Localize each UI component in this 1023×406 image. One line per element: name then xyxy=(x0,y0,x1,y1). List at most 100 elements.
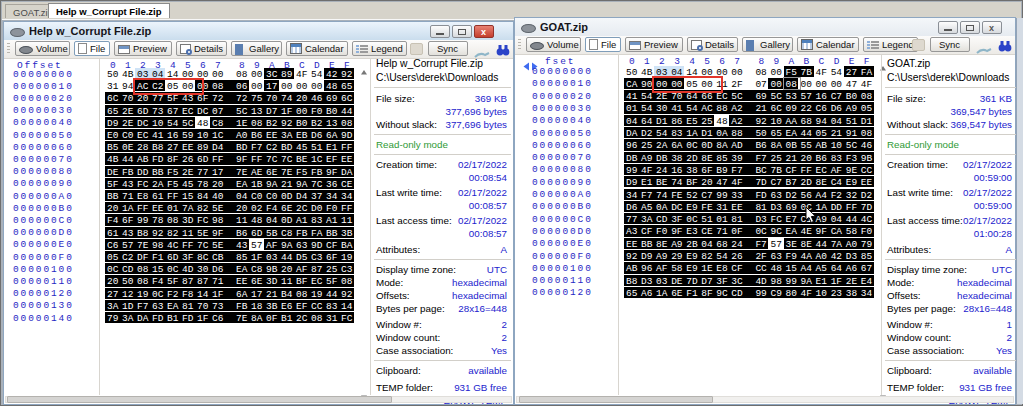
hex-byte[interactable]: 88 xyxy=(716,103,727,114)
hex-byte[interactable]: CB xyxy=(212,252,223,263)
hex-byte[interactable]: 65 xyxy=(626,288,637,299)
hex-byte[interactable]: FF xyxy=(137,203,148,214)
hex-byte[interactable]: 24 xyxy=(656,165,667,176)
hex-byte[interactable]: 79 xyxy=(107,313,118,324)
hex-byte[interactable]: 33 xyxy=(731,190,742,201)
hex-byte[interactable]: 7B xyxy=(770,165,781,176)
hex-byte[interactable]: 9A xyxy=(281,240,292,251)
hex-byte[interactable]: 08 xyxy=(296,289,307,300)
hex-byte[interactable]: FF xyxy=(212,154,223,165)
hex-byte[interactable]: 47 xyxy=(716,177,727,188)
hex-byte[interactable]: 54 xyxy=(641,103,652,114)
hex-byte[interactable]: F1 xyxy=(152,252,163,263)
hex-byte[interactable]: E9 xyxy=(686,263,697,274)
hex-byte[interactable]: A3 xyxy=(626,226,637,237)
hex-byte[interactable]: 1B xyxy=(251,179,262,190)
hex-byte[interactable]: 43 xyxy=(236,240,247,251)
hex-byte[interactable]: 44 xyxy=(816,239,827,250)
hex-byte[interactable]: 58 xyxy=(671,263,682,274)
hex-byte[interactable]: E1 xyxy=(326,142,337,153)
hex-byte[interactable]: E6 xyxy=(281,301,292,312)
hex-byte[interactable]: 61 xyxy=(152,191,163,202)
hex-byte[interactable]: 5C xyxy=(731,91,742,102)
hex-byte[interactable]: 23 xyxy=(831,288,842,299)
hex-byte[interactable]: 4F xyxy=(296,69,307,80)
hex-byte[interactable]: F8 xyxy=(182,289,193,300)
hex-byte[interactable]: CC xyxy=(755,263,766,274)
hex-byte[interactable]: 92 xyxy=(341,289,352,300)
hex-byte[interactable]: 08 xyxy=(236,69,247,80)
hex-byte[interactable]: 99 xyxy=(755,288,766,299)
hex-byte[interactable]: 07 xyxy=(755,79,766,90)
hex-byte[interactable]: 9C xyxy=(716,288,727,299)
prev-next-difference-arrows[interactable] xyxy=(521,57,543,66)
hex-byte[interactable]: 98 xyxy=(152,240,163,251)
hex-byte[interactable]: FE xyxy=(671,190,682,201)
hex-byte[interactable]: 8F xyxy=(167,154,178,165)
hex-byte[interactable]: C2 xyxy=(122,252,133,263)
hex-byte[interactable]: 9F xyxy=(236,154,247,165)
hex-byte[interactable]: 1F xyxy=(281,106,292,117)
hex-byte[interactable]: 3F xyxy=(182,252,193,263)
hex-byte[interactable]: 41 xyxy=(626,91,637,102)
hex-byte[interactable]: 13 xyxy=(251,106,262,117)
hex-byte[interactable]: 09 xyxy=(786,103,797,114)
hex-byte[interactable]: 00 xyxy=(251,69,262,80)
hex-byte[interactable]: 1A xyxy=(656,288,667,299)
hex-byte[interactable]: D6 xyxy=(831,103,842,114)
hex-byte[interactable]: 08 xyxy=(212,81,223,92)
hex-byte[interactable]: 92 xyxy=(755,116,766,127)
hex-byte[interactable]: BB xyxy=(641,239,652,250)
hex-byte[interactable]: A1 xyxy=(326,215,337,226)
hex-byte[interactable]: 37 xyxy=(311,191,322,202)
hex-byte[interactable]: 00 xyxy=(770,67,781,78)
hex-byte[interactable]: 77 xyxy=(197,167,208,178)
hex-byte[interactable]: 44 xyxy=(341,106,352,117)
hex-byte[interactable]: 65 xyxy=(770,128,781,139)
hex-byte[interactable]: FF xyxy=(182,240,193,251)
hex-byte[interactable]: 51 xyxy=(846,116,857,127)
hex-byte[interactable]: 1A xyxy=(686,128,697,139)
hex-byte[interactable]: 00 xyxy=(831,79,842,90)
hex-byte[interactable]: 54 xyxy=(716,251,727,262)
hex-byte[interactable]: C9 xyxy=(770,288,781,299)
hex-byte[interactable]: C8 xyxy=(212,118,223,129)
hex-byte[interactable]: 96 xyxy=(641,263,652,274)
hex-byte[interactable]: EE xyxy=(861,177,872,188)
sync-button[interactable]: Sync xyxy=(428,41,468,56)
hex-byte[interactable]: A5 xyxy=(641,202,652,213)
hex-byte[interactable]: AB xyxy=(816,140,827,151)
hex-byte[interactable]: C0 xyxy=(251,191,262,202)
hex-byte[interactable]: FB xyxy=(122,167,133,178)
hex-byte[interactable]: 8A xyxy=(251,313,262,324)
hex-byte[interactable]: 70 xyxy=(266,93,277,104)
hex-byte[interactable]: EB xyxy=(296,130,307,141)
hex-byte[interactable]: 2F xyxy=(731,79,742,90)
hex-byte[interactable]: 11 xyxy=(281,276,292,287)
hex-byte[interactable]: DE xyxy=(671,276,682,287)
hex-byte[interactable]: 72 xyxy=(212,93,223,104)
hex-byte[interactable]: 9D xyxy=(311,240,322,251)
hex-byte[interactable]: FC xyxy=(197,215,208,226)
hex-byte[interactable]: EC xyxy=(182,106,193,117)
hex-byte[interactable]: D1 xyxy=(656,116,667,127)
hex-byte[interactable]: F5 xyxy=(167,167,178,178)
hex-byte[interactable]: 17 xyxy=(212,167,223,178)
hex-byte[interactable]: 7C xyxy=(266,154,277,165)
hex-byte[interactable]: 75 xyxy=(251,93,262,104)
hex-byte[interactable]: 86 xyxy=(671,116,682,127)
hex-byte[interactable]: C8 xyxy=(281,228,292,239)
hex-byte[interactable]: 04 xyxy=(236,191,247,202)
hex-byte[interactable]: 4B xyxy=(107,154,118,165)
view-button-volume[interactable]: Volume xyxy=(526,37,581,52)
hex-byte[interactable]: D4 xyxy=(296,191,307,202)
hex-byte[interactable]: 2F xyxy=(755,251,766,262)
hex-byte[interactable]: 20 xyxy=(701,177,712,188)
hex-byte[interactable]: 21 xyxy=(281,179,292,190)
hex-byte[interactable]: 50 xyxy=(107,69,118,80)
hex-byte[interactable]: 21 xyxy=(755,103,766,114)
hex-byte[interactable]: CA xyxy=(831,226,842,237)
hex-byte[interactable]: 10 xyxy=(152,118,163,129)
hex-byte[interactable]: 89 xyxy=(281,69,292,80)
hex-byte[interactable]: 08 xyxy=(167,215,178,226)
